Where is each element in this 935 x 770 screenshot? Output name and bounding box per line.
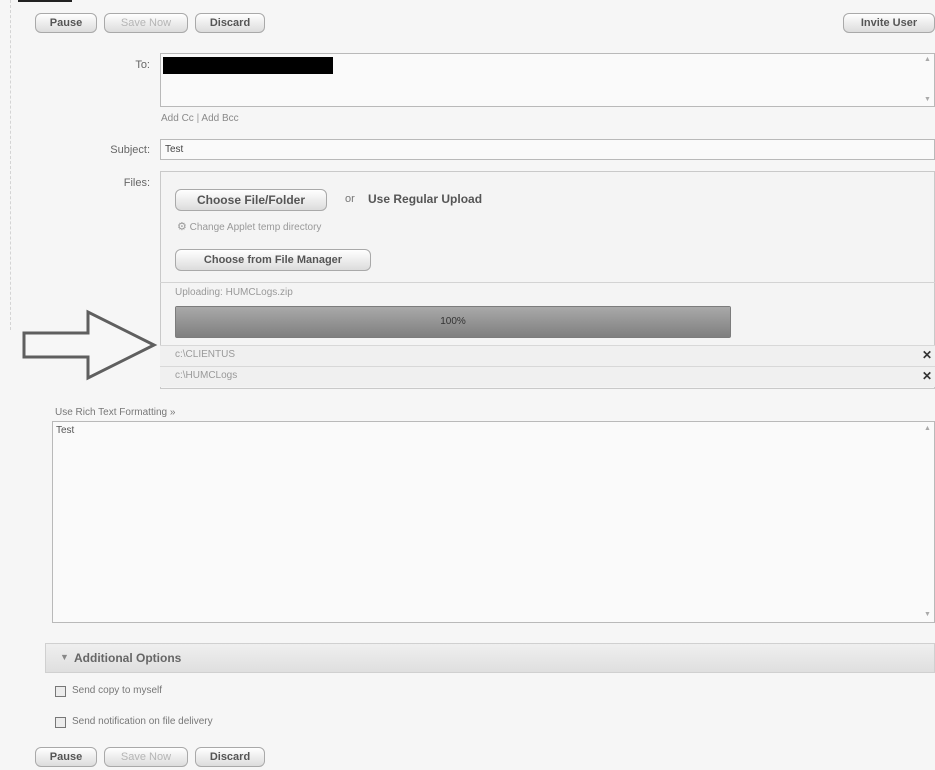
files-label: Files:	[123, 177, 150, 189]
send-copy-label: Send copy to myself	[72, 685, 163, 696]
subject-label: Subject:	[110, 144, 150, 156]
additional-options-title: Additional Options	[74, 651, 182, 665]
subject-input[interactable]: Test	[160, 139, 935, 160]
gear-icon: ⚙	[177, 221, 187, 233]
triangle-down-icon: ▼	[60, 652, 69, 662]
send-copy-checkbox[interactable]	[55, 686, 66, 697]
arrow-right-icon	[22, 309, 158, 381]
change-temp-row[interactable]: ⚙ Change Applet temp directory	[177, 220, 321, 233]
or-text: or	[345, 193, 355, 205]
to-field[interactable]: ▲ ▼	[160, 53, 935, 107]
add-bcc-link[interactable]: Add Bcc	[201, 113, 238, 124]
remove-file-icon[interactable]: ✕	[922, 369, 932, 383]
cc-bcc-separator: |	[196, 113, 200, 124]
additional-options-header[interactable]: ▼ Additional Options	[45, 643, 935, 673]
save-now-button-bottom[interactable]: Save Now	[104, 747, 188, 767]
change-temp-link[interactable]: Change Applet temp directory	[190, 222, 322, 233]
uploading-status: Uploading: HUMCLogs.zip	[175, 287, 293, 298]
rich-text-link[interactable]: Use Rich Text Formatting »	[55, 407, 175, 418]
choose-file-folder-button[interactable]: Choose File/Folder	[175, 189, 327, 211]
to-scroll-down-icon[interactable]: ▼	[924, 96, 932, 104]
top-edge-line	[18, 0, 72, 2]
regular-upload-link[interactable]: Use Regular Upload	[368, 192, 482, 206]
upload-divider	[160, 282, 935, 283]
file-path: c:\CLIENTUS	[175, 349, 236, 360]
pause-button-bottom[interactable]: Pause	[35, 747, 97, 767]
redacted-recipient	[163, 57, 333, 74]
file-row: c:\CLIENTUS ✕	[160, 345, 935, 366]
invite-user-button[interactable]: Invite User	[843, 13, 935, 33]
cc-bcc-links: Add Cc | Add Bcc	[161, 113, 239, 124]
progress-text: 100%	[440, 316, 466, 327]
send-notification-checkbox[interactable]	[55, 717, 66, 728]
add-cc-link[interactable]: Add Cc	[161, 113, 194, 124]
file-row: c:\HUMCLogs ✕	[160, 366, 935, 387]
discard-button[interactable]: Discard	[195, 13, 265, 33]
message-body[interactable]: Test ▲ ▼	[52, 421, 935, 623]
remove-file-icon[interactable]: ✕	[922, 348, 932, 362]
to-scroll-up-icon[interactable]: ▲	[924, 56, 932, 64]
left-rail	[0, 0, 11, 330]
discard-button-bottom[interactable]: Discard	[195, 747, 265, 767]
body-scroll-up-icon[interactable]: ▲	[924, 425, 932, 433]
file-path: c:\HUMCLogs	[175, 370, 238, 381]
save-now-button[interactable]: Save Now	[104, 13, 188, 33]
progress-track: 100%	[175, 306, 731, 338]
pause-button[interactable]: Pause	[35, 13, 97, 33]
body-scroll-down-icon[interactable]: ▼	[924, 611, 932, 619]
to-label: To:	[135, 59, 150, 71]
subject-value: Test	[165, 144, 184, 155]
message-body-text: Test	[56, 425, 75, 436]
file-manager-button[interactable]: Choose from File Manager	[175, 249, 371, 271]
send-notification-label: Send notification on file delivery	[72, 716, 213, 727]
